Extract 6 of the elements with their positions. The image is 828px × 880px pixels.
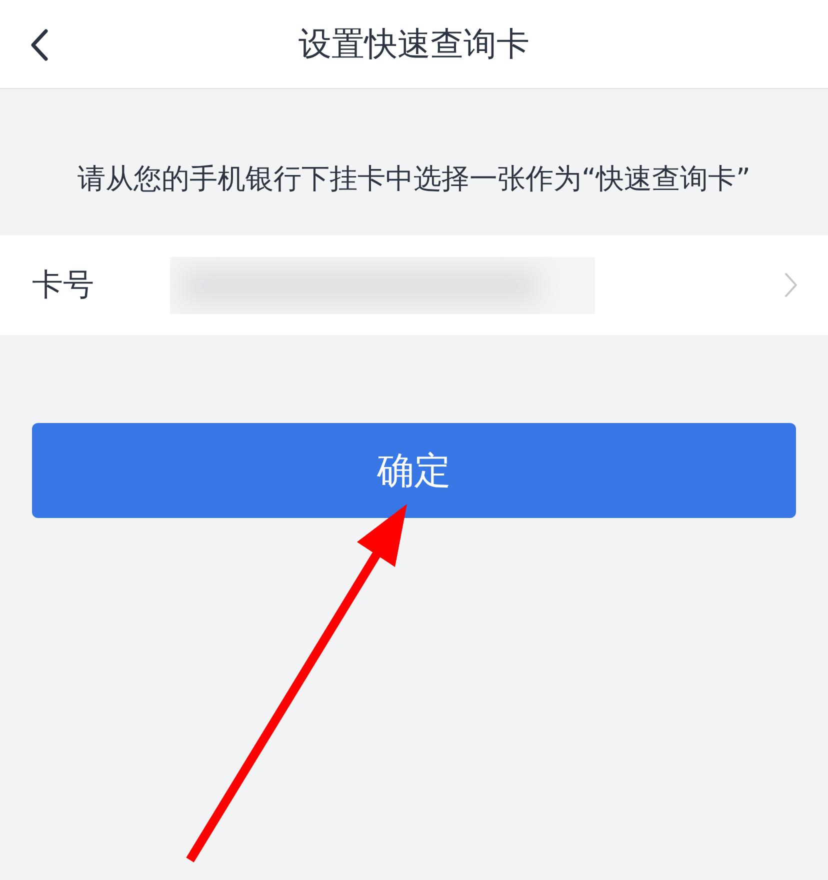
- instruction-text: 请从您的手机银行下挂卡中选择一张作为“快速查询卡”: [77, 161, 750, 197]
- card-number-label: 卡号: [32, 266, 95, 304]
- card-select-row[interactable]: 卡号: [0, 235, 828, 335]
- back-icon[interactable]: [28, 28, 50, 62]
- page-title: 设置快速查询卡: [298, 24, 530, 64]
- confirm-button[interactable]: 确定: [32, 423, 796, 518]
